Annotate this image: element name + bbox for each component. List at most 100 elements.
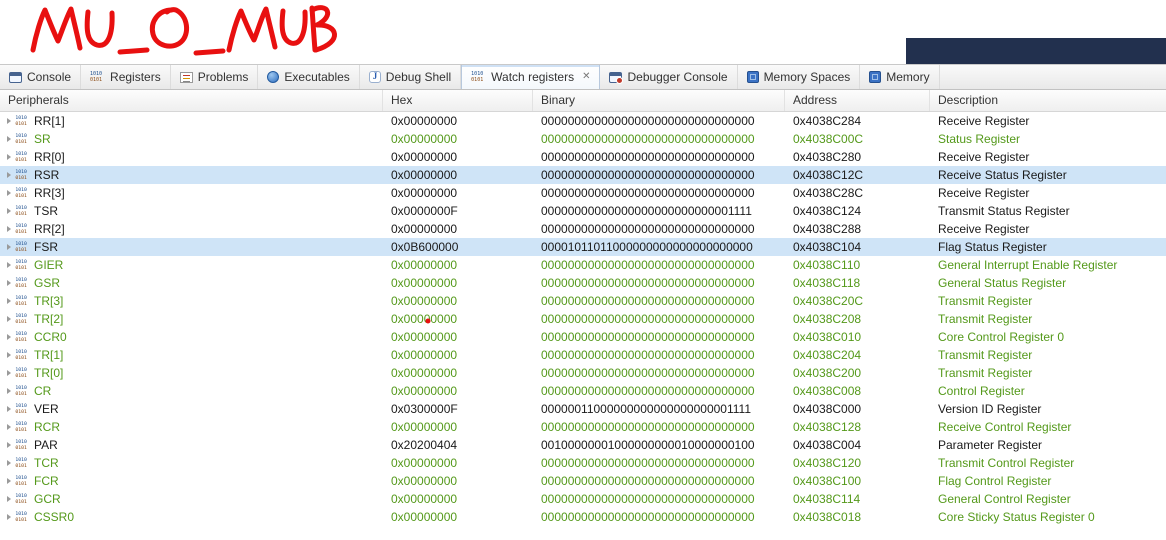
cell-peripheral: TCR [0,454,383,472]
table-row[interactable]: RR[3] 0x00000000 0000000000000000000000000… [0,184,1166,202]
expand-chevron-icon[interactable] [7,406,11,412]
table-row[interactable]: RCR 0x00000000 000000000000000000000000000… [0,418,1166,436]
register-name: RR[3] [34,186,65,200]
expand-chevron-icon[interactable] [7,460,11,466]
table-row[interactable]: GSR 0x00000000 000000000000000000000000000… [0,274,1166,292]
expand-chevron-icon[interactable] [7,478,11,484]
cell-hex: 0x00000000 [391,348,458,362]
expand-chevron-icon[interactable] [7,496,11,502]
table-row[interactable]: TR[2] 0x00000000 0000000000000000000000000… [0,310,1166,328]
expand-chevron-icon[interactable] [7,298,11,304]
cell-binary: 00000000000000000000000000000000 [541,186,755,200]
watch-registers-icon [471,71,486,83]
tab-memory[interactable]: Memory [860,65,940,89]
tab-debugger-console[interactable]: Debugger Console [600,65,738,89]
cell-hex: 0x00000000 [391,276,458,290]
table-row[interactable]: TSR 0x0000000F 000000000000000000000000000… [0,202,1166,220]
table-row[interactable]: RR[1] 0x00000000 0000000000000000000000000… [0,112,1166,130]
expand-chevron-icon[interactable] [7,154,11,160]
register-name: CR [34,384,52,398]
expand-chevron-icon[interactable] [7,370,11,376]
column-header-hex[interactable]: Hex [383,90,533,111]
expand-chevron-icon[interactable] [7,388,11,394]
column-header-description[interactable]: Description [930,90,1166,111]
cell-hex: 0x00000000 [391,258,458,272]
column-header-address[interactable]: Address [785,90,930,111]
cell-peripheral: CSSR0 [0,508,383,526]
cell-binary: 00000000000000000000000000001111 [541,204,752,218]
register-name: GIER [34,258,64,272]
table-row[interactable]: CR 0x00000000 0000000000000000000000000000… [0,382,1166,400]
expand-chevron-icon[interactable] [7,442,11,448]
column-header-peripherals[interactable]: Peripherals [0,90,383,111]
cell-binary: 00000000000000000000000000000000 [541,510,755,524]
register-icon [15,133,29,144]
expand-chevron-icon[interactable] [7,136,11,142]
cell-hex: 0x00000000 [391,168,458,182]
tab-memory-spaces[interactable]: Memory Spaces [738,65,861,89]
expand-chevron-icon[interactable] [7,514,11,520]
cell-address: 0x4038C288 [793,222,862,236]
tab-watch-registers[interactable]: Watch registers ✕ [461,65,601,89]
expand-chevron-icon[interactable] [7,244,11,250]
expand-chevron-icon[interactable] [7,262,11,268]
table-row[interactable]: FSR 0x0B600000 000010110110000000000000000… [0,238,1166,256]
expand-chevron-icon[interactable] [7,226,11,232]
table-row[interactable]: FCR 0x00000000 000000000000000000000000000… [0,472,1166,490]
table-row[interactable]: GCR 0x00000000 000000000000000000000000000… [0,490,1166,508]
tab-debug-shell[interactable]: Debug Shell [360,65,462,89]
cell-address: 0x4038C118 [793,276,861,290]
tab-executables[interactable]: Executables [258,65,360,89]
cell-peripheral: GSR [0,274,383,292]
table-row[interactable]: TR[1] 0x00000000 0000000000000000000000000… [0,346,1166,364]
expand-chevron-icon[interactable] [7,316,11,322]
cell-hex: 0x00000000 [391,294,458,308]
expand-chevron-icon[interactable] [7,424,11,430]
table-row[interactable]: RR[2] 0x00000000 0000000000000000000000000… [0,220,1166,238]
tab-registers[interactable]: Registers [81,65,171,89]
cell-peripheral: TR[2] [0,310,383,328]
expand-chevron-icon[interactable] [7,352,11,358]
tab-problems[interactable]: Problems [171,65,259,89]
expand-chevron-icon[interactable] [7,334,11,340]
table-header: Peripherals Hex Binary Address Description [0,90,1166,112]
register-icon [15,313,29,324]
table-row[interactable]: GIER 0x00000000 00000000000000000000000000… [0,256,1166,274]
table-row[interactable]: VER 0x0300000F 000000110000000000000000000… [0,400,1166,418]
cell-hex: 0x00000000 [391,492,458,506]
cell-description: Status Register [938,132,1021,146]
expand-chevron-icon[interactable] [7,208,11,214]
tab-console[interactable]: Console [0,65,82,89]
table-row[interactable]: CSSR0 0x00000000 0000000000000000000000000… [0,508,1166,526]
table-row[interactable]: CCR0 0x00000000 00000000000000000000000000… [0,328,1166,346]
tab-label: Memory [886,70,930,84]
expand-chevron-icon[interactable] [7,172,11,178]
cell-description: Receive Control Register [938,420,1072,434]
cell-description: Transmit Control Register [938,456,1075,470]
register-name: RCR [34,420,60,434]
table-row[interactable]: RR[0] 0x00000000 0000000000000000000000000… [0,148,1166,166]
table-row[interactable]: TR[0] 0x00000000 0000000000000000000000000… [0,364,1166,382]
expand-chevron-icon[interactable] [7,280,11,286]
memory-spaces-icon [746,71,759,83]
expand-chevron-icon[interactable] [7,190,11,196]
register-icon [15,493,29,504]
cell-binary: 00000000000000000000000000000000 [541,420,755,434]
register-icon [15,385,29,396]
table-row[interactable]: PAR 0x20200404 001000000010000000000100000… [0,436,1166,454]
table-row[interactable]: TR[3] 0x00000000 0000000000000000000000000… [0,292,1166,310]
cell-address: 0x4038C208 [793,312,862,326]
cell-hex: 0x00000000 [391,330,458,344]
cell-peripheral: FCR [0,472,383,490]
expand-chevron-icon[interactable] [7,118,11,124]
cell-peripheral: RCR [0,418,383,436]
close-icon[interactable]: ✕ [582,72,590,82]
column-header-binary[interactable]: Binary [533,90,785,111]
cell-address: 0x4038C008 [793,384,862,398]
cell-hex: 0x00000000 [391,384,458,398]
table-row[interactable]: RSR 0x00000000 000000000000000000000000000… [0,166,1166,184]
table-row[interactable]: SR 0x00000000 0000000000000000000000000000… [0,130,1166,148]
register-name: TR[1] [34,348,64,362]
register-name: SR [34,132,51,146]
table-row[interactable]: TCR 0x00000000 000000000000000000000000000… [0,454,1166,472]
